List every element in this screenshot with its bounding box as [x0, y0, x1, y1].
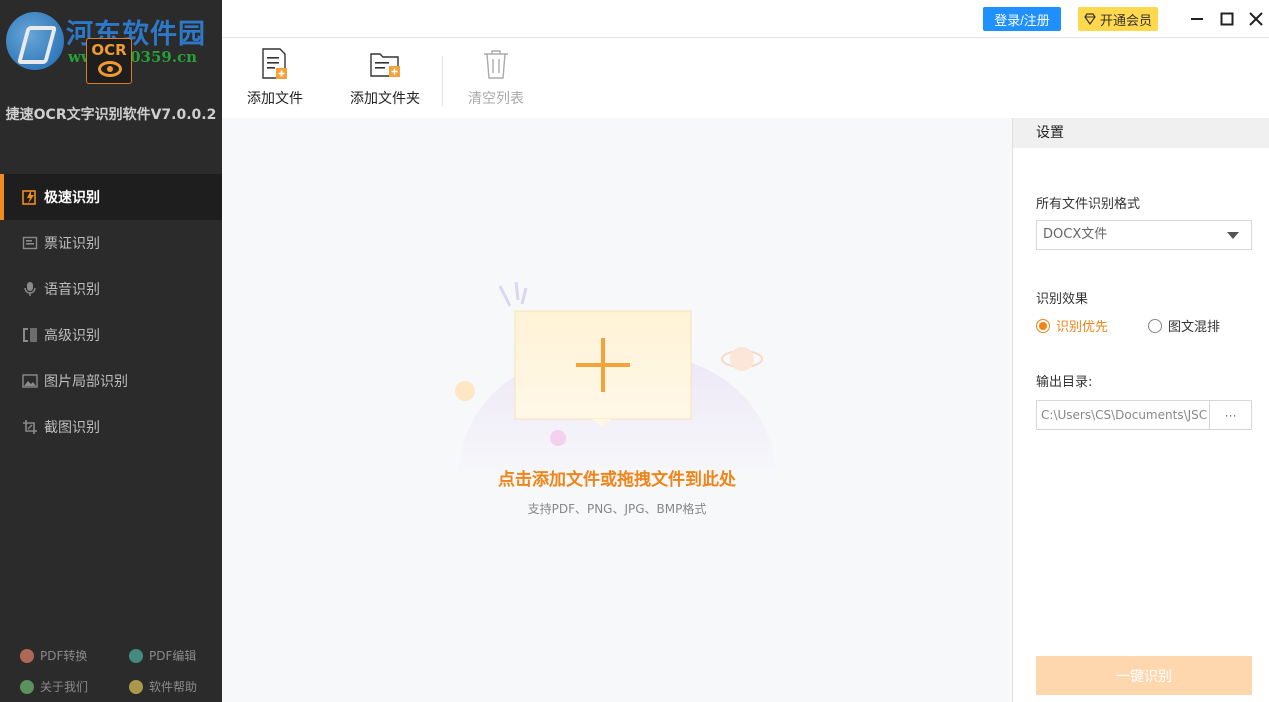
sidebar-item-label: 高级识别	[44, 328, 100, 344]
image-region-icon	[22, 373, 38, 389]
toolbar: 添加文件 添加文件夹 清空列表	[222, 38, 1269, 118]
screenshot-icon	[22, 419, 38, 435]
settings-panel: 设置 所有文件识别格式 DOCX文件 识别效果 识别优先 图文混排 输出目录: …	[1012, 118, 1269, 702]
link-label: 关于我们	[40, 680, 89, 694]
trash-icon	[484, 50, 508, 79]
sidebar-item-ticket-ocr[interactable]: 票证识别	[0, 220, 222, 266]
radio-checked-icon	[1036, 318, 1050, 333]
link-label: PDF转换	[40, 649, 88, 663]
settings-title: 设置	[1013, 118, 1269, 148]
file-drop-area[interactable]: 点击添加文件或拖拽文件到此处 支持PDF、PNG、JPG、BMP格式	[222, 118, 1012, 702]
vip-button[interactable]: 开通会员	[1078, 7, 1158, 31]
output-label: 输出目录:	[1036, 375, 1093, 390]
title-bar: 登录/注册 开通会员	[222, 0, 1269, 38]
login-register-button[interactable]: 登录/注册	[983, 7, 1061, 31]
ticket-icon	[22, 235, 38, 251]
output-path-input[interactable]	[1037, 401, 1210, 429]
clear-list-label: 清空列表	[468, 91, 524, 107]
minimize-button[interactable]	[1187, 9, 1207, 29]
sidebar-item-label: 票证识别	[44, 236, 100, 252]
app-window: 河东软件园 www.pc0359.cn OCR 捷速OCR文字识别软件V7.0.…	[0, 0, 1269, 702]
run-ocr-button[interactable]: 一键识别	[1036, 656, 1252, 695]
sidebar-bottom-links: PDF转换 PDF编辑 关于我们 软件帮助	[0, 640, 222, 702]
chevron-down-icon	[1227, 232, 1239, 239]
diamond-icon	[1084, 13, 1096, 25]
add-file-icon	[262, 48, 287, 79]
add-folder-icon	[370, 53, 400, 77]
link-label: PDF编辑	[149, 649, 197, 663]
effect-radio-group: 识别优先 图文混排	[1036, 316, 1256, 335]
format-select[interactable]: DOCX文件	[1036, 220, 1252, 250]
lightning-edit-icon	[22, 189, 38, 205]
eye-icon	[98, 61, 122, 77]
sidebar-item-label: 语音识别	[44, 282, 100, 298]
app-logo: OCR	[86, 38, 132, 84]
watermark-logo-icon	[6, 12, 64, 70]
radio-unchecked-icon	[1148, 318, 1162, 333]
link-label: 软件帮助	[149, 680, 198, 694]
about-icon	[20, 679, 34, 694]
sidebar-item-label: 图片局部识别	[44, 374, 128, 390]
radio-label: 识别优先	[1056, 320, 1109, 335]
pdf-edit-link[interactable]: PDF编辑	[111, 647, 222, 664]
microphone-icon	[22, 281, 38, 297]
app-name: 捷速OCR文字识别软件V7.0.0.2	[5, 107, 217, 123]
clear-list-button[interactable]: 清空列表	[468, 46, 524, 114]
add-file-button[interactable]: 添加文件	[247, 46, 303, 114]
vip-label: 开通会员	[1099, 12, 1152, 28]
sidebar-item-voice-ocr[interactable]: 语音识别	[0, 266, 222, 312]
close-icon	[1249, 12, 1263, 26]
browse-button[interactable]: ···	[1209, 401, 1251, 429]
add-folder-label: 添加文件夹	[350, 91, 420, 107]
sidebar-item-image-region-ocr[interactable]: 图片局部识别	[0, 358, 222, 404]
drop-hint-main: 点击添加文件或拖拽文件到此处	[498, 470, 736, 490]
sidebar-nav: 极速识别 票证识别 语音识别 高级识别 图片局部识别 截图识别	[0, 174, 222, 450]
sidebar-item-label: 极速识别	[44, 190, 100, 206]
pdf-convert-icon	[20, 648, 34, 663]
format-label: 所有文件识别格式	[1036, 197, 1141, 212]
maximize-button[interactable]	[1217, 9, 1237, 29]
format-value: DOCX文件	[1043, 227, 1108, 242]
radio-label: 图文混排	[1168, 320, 1221, 335]
pdf-convert-link[interactable]: PDF转换	[0, 647, 111, 664]
output-path-box: ···	[1036, 400, 1252, 430]
pdf-edit-icon	[129, 648, 143, 663]
logo-text: OCR	[91, 41, 127, 59]
close-button[interactable]	[1246, 9, 1266, 29]
drop-hint-sub: 支持PDF、PNG、JPG、BMP格式	[527, 502, 707, 516]
sidebar-item-advanced-ocr[interactable]: 高级识别	[0, 312, 222, 358]
add-folder-button[interactable]: 添加文件夹	[350, 46, 420, 114]
advanced-scan-icon	[22, 327, 38, 343]
toolbar-divider	[442, 56, 443, 106]
help-link[interactable]: 软件帮助	[111, 678, 222, 695]
effect-radio-priority[interactable]: 识别优先	[1036, 316, 1148, 335]
help-icon	[129, 679, 143, 694]
effect-radio-mixed[interactable]: 图文混排	[1148, 316, 1220, 335]
add-file-label: 添加文件	[247, 91, 303, 107]
maximize-icon	[1220, 12, 1234, 26]
sidebar-item-fast-ocr[interactable]: 极速识别	[0, 174, 222, 220]
sidebar-item-screenshot-ocr[interactable]: 截图识别	[0, 404, 222, 450]
sidebar: 河东软件园 www.pc0359.cn OCR 捷速OCR文字识别软件V7.0.…	[0, 0, 222, 702]
minimize-icon	[1191, 18, 1203, 20]
about-link[interactable]: 关于我们	[0, 678, 111, 695]
add-file-illustration	[455, 281, 777, 478]
sidebar-item-label: 截图识别	[44, 420, 100, 436]
effect-label: 识别效果	[1036, 292, 1089, 307]
